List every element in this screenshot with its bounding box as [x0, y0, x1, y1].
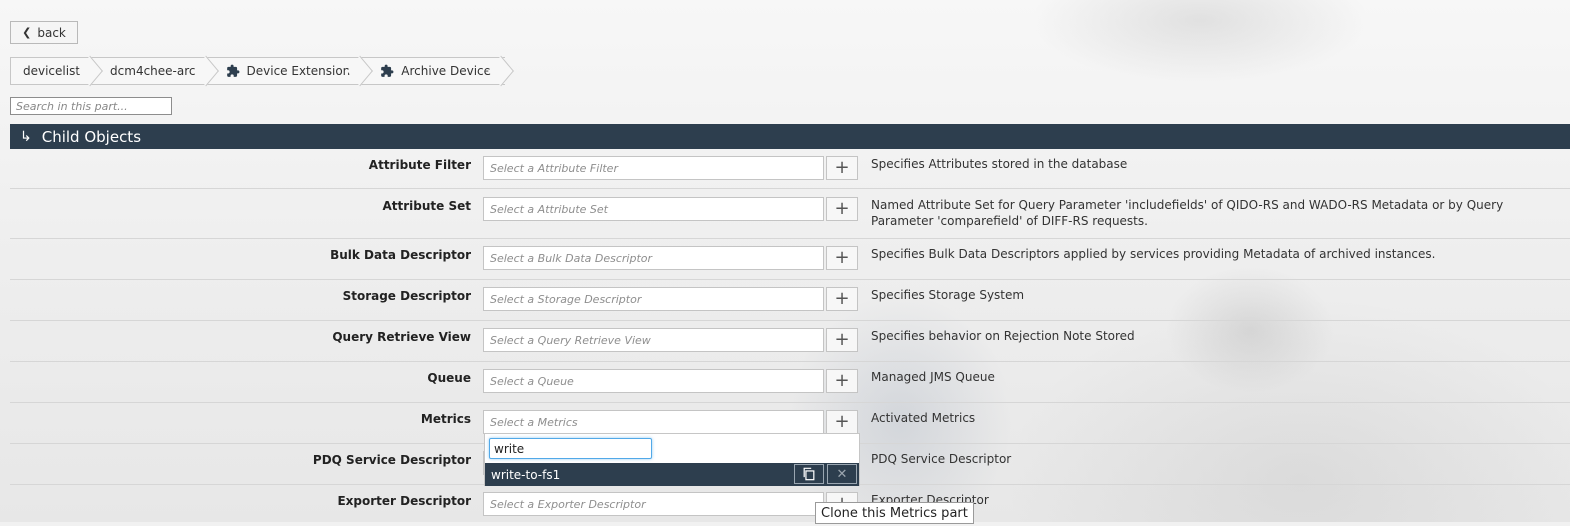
plus-icon: +	[834, 157, 850, 178]
breadcrumb-label: devicelist	[23, 64, 81, 78]
select-field[interactable]: Select a Metrics	[483, 410, 824, 434]
field-description: Named Attribute Set for Query Parameter …	[871, 198, 1504, 228]
plus-icon: +	[834, 329, 850, 350]
back-button[interactable]: ❮ back	[10, 21, 78, 44]
field-description: Specifies Bulk Data Descriptors applied …	[871, 247, 1436, 261]
child-row-storage-descriptor: Storage Descriptor Select a Storage Desc…	[10, 280, 1570, 321]
field-description: Activated Metrics	[871, 411, 976, 425]
field-label: Exporter Descriptor	[337, 494, 471, 508]
select-field[interactable]: Select a Storage Descriptor	[483, 287, 824, 311]
breadcrumb-item-devicelist[interactable]: devicelist	[10, 57, 95, 85]
select-field[interactable]: Select a Exporter Descriptor	[483, 492, 824, 516]
section-header[interactable]: ↳ Child Objects	[10, 124, 1570, 149]
breadcrumb-item-device-extension[interactable]: Device Extension	[209, 57, 365, 85]
field-label: Metrics	[420, 412, 471, 426]
field-description: Specifies Storage System	[871, 288, 1025, 302]
close-icon: ✕	[836, 466, 848, 482]
metrics-dropdown: write-to-fs1 ✕	[484, 433, 860, 486]
plus-icon: +	[834, 411, 850, 432]
section-title: Child Objects	[41, 127, 142, 146]
field-label: PDQ Service Descriptor	[312, 453, 471, 467]
field-description: Specifies behavior on Rejection Note Sto…	[871, 329, 1135, 343]
field-description: Specifies Attributes stored in the datab…	[871, 157, 1128, 171]
add-button[interactable]: +	[826, 369, 858, 393]
clone-button[interactable]	[794, 464, 824, 484]
plus-icon: +	[834, 370, 850, 391]
field-label: Bulk Data Descriptor	[330, 248, 471, 262]
tooltip: Clone this Metrics part	[815, 502, 974, 524]
add-button[interactable]: +	[826, 246, 858, 270]
search-input[interactable]	[10, 97, 172, 115]
select-field[interactable]: Select a Queue	[483, 369, 824, 393]
option-label: write-to-fs1	[491, 467, 561, 482]
field-description: Managed JMS Queue	[871, 370, 995, 384]
chevron-left-icon: ❮	[22, 26, 32, 39]
child-row-query-retrieve-view: Query Retrieve View Select a Query Retri…	[10, 321, 1570, 362]
add-button[interactable]: +	[826, 197, 858, 221]
breadcrumb-item-device[interactable]: dcm4chee-arc	[94, 57, 210, 85]
plus-icon: +	[834, 247, 850, 268]
select-field[interactable]: Select a Query Retrieve View	[483, 328, 824, 352]
dropdown-option-write-to-fs1[interactable]: write-to-fs1 ✕	[485, 463, 859, 486]
remove-button[interactable]: ✕	[827, 464, 857, 484]
plus-icon: +	[834, 288, 850, 309]
add-button[interactable]: +	[826, 410, 858, 434]
plus-icon: +	[834, 198, 850, 219]
field-label: Storage Descriptor	[342, 289, 471, 303]
add-button[interactable]: +	[826, 328, 858, 352]
field-label: Query Retrieve View	[332, 330, 471, 344]
field-label: Queue	[427, 371, 471, 385]
breadcrumb-label: dcm4chee-arc	[110, 64, 196, 78]
child-row-attribute-filter: Attribute Filter Select a Attribute Filt…	[10, 149, 1570, 189]
copy-icon	[803, 467, 815, 481]
child-row-attribute-set: Attribute Set Select a Attribute Set + N…	[10, 190, 1570, 239]
field-label: Attribute Set	[382, 199, 472, 213]
field-description: Exporter Descriptor	[871, 493, 989, 507]
puzzle-icon	[381, 64, 394, 77]
breadcrumb: devicelist dcm4chee-arc Device Extension…	[10, 57, 506, 85]
breadcrumb-label: Archive Device	[401, 64, 492, 78]
child-row-bulk-data-descriptor: Bulk Data Descriptor Select a Bulk Data …	[10, 239, 1570, 280]
breadcrumb-item-archive-device[interactable]: Archive Device	[364, 57, 506, 85]
breadcrumb-label: Device Extension	[246, 64, 351, 78]
select-field[interactable]: Select a Attribute Set	[483, 197, 824, 221]
select-field[interactable]: Select a Attribute Filter	[483, 156, 824, 180]
field-description: PDQ Service Descriptor	[871, 452, 1012, 466]
puzzle-icon	[226, 64, 239, 77]
select-field[interactable]: Select a Bulk Data Descriptor	[483, 246, 824, 270]
page: ❮ back devicelist dcm4chee-arc Device Ex…	[0, 0, 1570, 524]
child-row-queue: Queue Select a Queue + Managed JMS Queue	[10, 362, 1570, 403]
add-button[interactable]: +	[826, 287, 858, 311]
dropdown-filter-input[interactable]	[489, 438, 652, 459]
return-arrow-icon: ↳	[20, 128, 32, 145]
back-label: back	[37, 25, 66, 40]
child-row-exporter-descriptor: Exporter Descriptor Select a Exporter De…	[10, 485, 1570, 526]
add-button[interactable]: +	[826, 156, 858, 180]
field-label: Attribute Filter	[368, 158, 471, 172]
